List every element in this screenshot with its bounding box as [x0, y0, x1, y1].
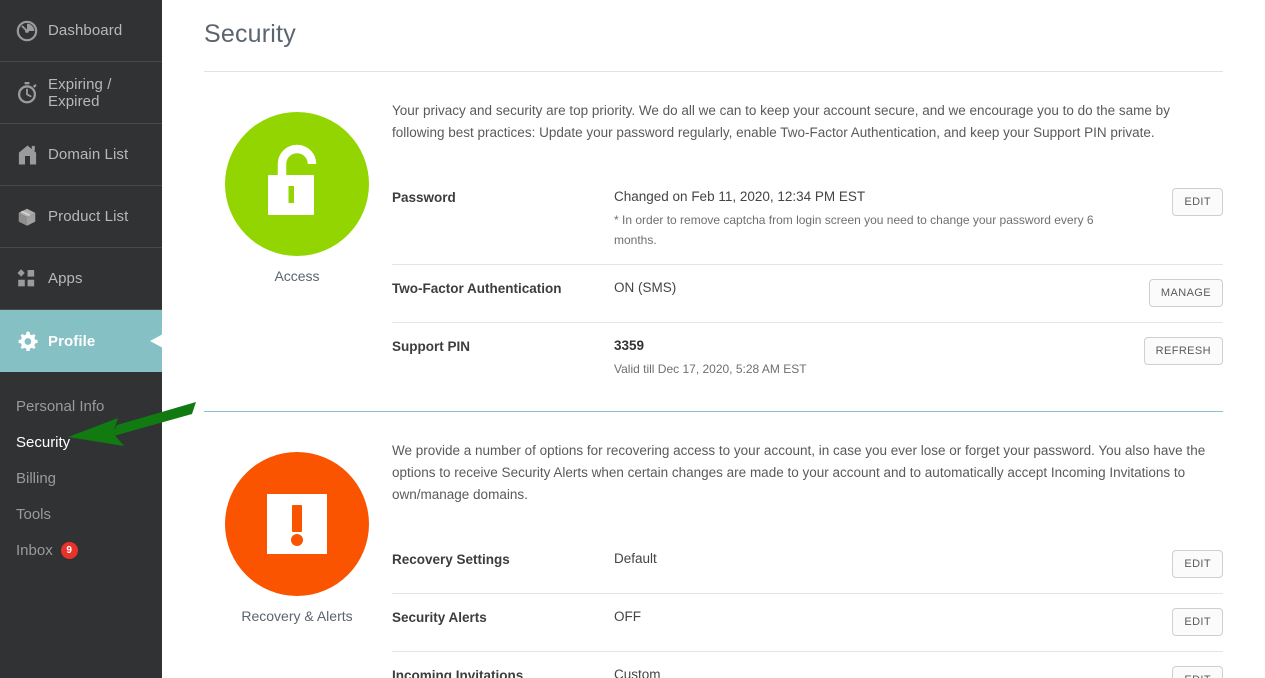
sidebar-item-dashboard[interactable]: Dashboard	[0, 0, 162, 62]
sidebar-subitem-label: Inbox	[16, 542, 53, 559]
row-value-sub: Valid till Dec 17, 2020, 5:28 AM EST	[614, 359, 1127, 379]
row-value-main: 3359	[614, 337, 1127, 355]
row-value-main: Default	[614, 550, 1127, 568]
sidebar-item-domain-list[interactable]: Domain List	[0, 124, 162, 186]
row-action: EDIT	[1127, 550, 1223, 578]
sidebar-item-billing[interactable]: Billing	[0, 460, 162, 496]
table-row: Incoming Invitations Custom EDIT	[392, 652, 1223, 678]
stopwatch-icon	[10, 81, 44, 104]
sidebar-item-tools[interactable]: Tools	[0, 496, 162, 532]
section-body: Your privacy and security are top priori…	[390, 100, 1223, 393]
row-value-sub: * In order to remove captcha from login …	[614, 210, 1127, 250]
access-icon-circle	[225, 112, 369, 256]
speedometer-icon	[10, 20, 44, 42]
table-row: Recovery Settings Default EDIT	[392, 536, 1223, 594]
sidebar-item-label: Apps	[48, 270, 83, 287]
table-row: Two-Factor Authentication ON (SMS) MANAG…	[392, 265, 1223, 323]
table-row: Password Changed on Feb 11, 2020, 12:34 …	[392, 174, 1223, 265]
sidebar-item-label: Product List	[48, 208, 128, 225]
row-value-main: Changed on Feb 11, 2020, 12:34 PM EST	[614, 188, 1127, 206]
row-action: MANAGE	[1127, 279, 1223, 307]
access-description: Your privacy and security are top priori…	[392, 100, 1223, 144]
row-action: EDIT	[1127, 188, 1223, 216]
row-value: Default	[614, 550, 1127, 568]
row-action: EDIT	[1127, 666, 1223, 678]
sidebar-subnav: Personal Info Security Billing Tools Inb…	[0, 372, 162, 568]
recovery-icon-circle	[225, 452, 369, 596]
section-icon-column: Recovery & Alerts	[204, 440, 390, 678]
recovery-description: We provide a number of options for recov…	[392, 440, 1223, 506]
section-icon-column: Access	[204, 100, 390, 393]
manage-two-factor-button[interactable]: MANAGE	[1149, 279, 1223, 307]
row-value-main: OFF	[614, 608, 1127, 626]
exclamation-square-icon	[261, 488, 333, 560]
sidebar-item-profile[interactable]: Profile	[0, 310, 162, 372]
row-action: REFRESH	[1127, 337, 1223, 365]
sidebar-subitem-label: Billing	[16, 470, 56, 487]
sidebar-item-label: Profile	[48, 333, 95, 350]
edit-password-button[interactable]: EDIT	[1172, 188, 1223, 216]
row-label: Security Alerts	[392, 608, 614, 625]
sidebar-subitem-label: Security	[16, 434, 70, 451]
box-icon	[10, 206, 44, 228]
row-value: 3359 Valid till Dec 17, 2020, 5:28 AM ES…	[614, 337, 1127, 379]
row-value-main: ON (SMS)	[614, 279, 1127, 297]
security-page: Dashboard Expiring / Expired Domain	[0, 0, 1265, 678]
sidebar-item-personal-info[interactable]: Personal Info	[0, 388, 162, 424]
row-value-main: Custom	[614, 666, 1127, 678]
row-value: Changed on Feb 11, 2020, 12:34 PM EST * …	[614, 188, 1127, 250]
edit-security-alerts-button[interactable]: EDIT	[1172, 608, 1223, 636]
sidebar-subitem-label: Personal Info	[16, 398, 104, 415]
row-value: ON (SMS)	[614, 279, 1127, 297]
section-access: Access Your privacy and security are top…	[162, 72, 1265, 393]
apps-grid-icon	[10, 268, 44, 290]
sidebar-subitem-label: Tools	[16, 506, 51, 523]
sidebar-item-apps[interactable]: Apps	[0, 248, 162, 310]
inbox-badge: 9	[61, 542, 78, 559]
section-recovery-alerts: Recovery & Alerts We provide a number of…	[162, 412, 1265, 678]
row-value: OFF	[614, 608, 1127, 626]
sidebar-item-security[interactable]: Security	[0, 424, 162, 460]
house-icon	[10, 144, 44, 166]
main-content: Security Access Your privacy and securit…	[162, 0, 1265, 678]
refresh-support-pin-button[interactable]: REFRESH	[1144, 337, 1223, 365]
sidebar: Dashboard Expiring / Expired Domain	[0, 0, 162, 678]
sidebar-item-inbox[interactable]: Inbox 9	[0, 532, 162, 568]
active-indicator-notch	[149, 310, 163, 372]
open-padlock-icon	[258, 142, 336, 226]
sidebar-item-product-list[interactable]: Product List	[0, 186, 162, 248]
table-row: Support PIN 3359 Valid till Dec 17, 2020…	[392, 323, 1223, 393]
row-label: Two-Factor Authentication	[392, 279, 614, 296]
section-body: We provide a number of options for recov…	[390, 440, 1223, 678]
edit-recovery-settings-button[interactable]: EDIT	[1172, 550, 1223, 578]
edit-incoming-invitations-button[interactable]: EDIT	[1172, 666, 1223, 678]
sidebar-item-label: Dashboard	[48, 22, 122, 39]
recovery-caption: Recovery & Alerts	[204, 608, 390, 624]
sidebar-item-expiring-expired[interactable]: Expiring / Expired	[0, 62, 162, 124]
row-label: Recovery Settings	[392, 550, 614, 567]
sidebar-item-label: Domain List	[48, 146, 128, 163]
access-rows: Password Changed on Feb 11, 2020, 12:34 …	[392, 174, 1223, 393]
table-row: Security Alerts OFF EDIT	[392, 594, 1223, 652]
row-label: Incoming Invitations	[392, 666, 614, 678]
row-label: Password	[392, 188, 614, 205]
gear-icon	[10, 330, 44, 353]
access-caption: Access	[204, 268, 390, 284]
page-title: Security	[162, 0, 1265, 49]
row-value: Custom	[614, 666, 1127, 678]
recovery-rows: Recovery Settings Default EDIT Security …	[392, 536, 1223, 678]
sidebar-item-label: Expiring / Expired	[48, 76, 162, 110]
row-label: Support PIN	[392, 337, 614, 354]
row-action: EDIT	[1127, 608, 1223, 636]
